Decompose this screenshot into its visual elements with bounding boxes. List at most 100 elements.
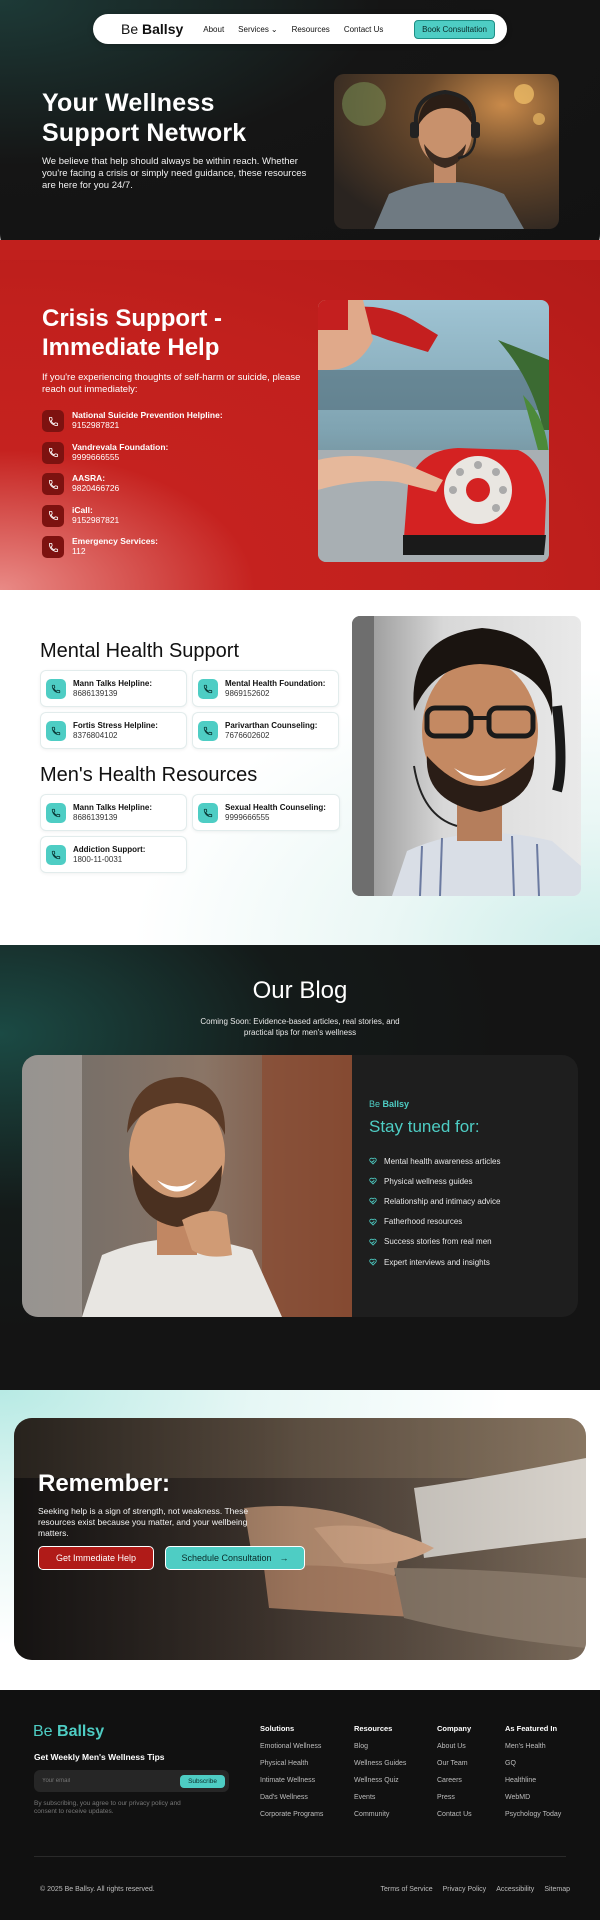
- accessibility-link[interactable]: Accessibility: [496, 1886, 534, 1893]
- footer-column-company: Company About Us Our Team Careers Press …: [437, 1724, 472, 1828]
- hero-title: Your Wellness Support Network: [42, 89, 247, 147]
- helpline-name: Fortis Stress Helpline:: [73, 720, 158, 730]
- helpline-number: 112: [72, 546, 86, 556]
- newsletter-form: Subscribe: [34, 1770, 229, 1792]
- helpline-name: Vandrevala Foundation:: [72, 441, 169, 452]
- phone-icon: [46, 720, 66, 741]
- heart-icon: [369, 1218, 377, 1226]
- hands-together-photo: [14, 1418, 586, 1660]
- footer-link[interactable]: Intimate Wellness: [260, 1777, 323, 1794]
- list-item: Expert interviews and insights: [369, 1252, 501, 1272]
- footer-logo[interactable]: Be Ballsy: [33, 1723, 104, 1741]
- helpline-name: Mann Talks Helpline:: [73, 802, 152, 812]
- helpline-name: National Suicide Prevention Helpline:: [72, 410, 223, 420]
- phone-icon: [46, 844, 66, 865]
- helpline-number: 9152987821: [72, 420, 120, 430]
- helpline-card[interactable]: Parivarthan Counseling: 7676602602: [192, 712, 339, 749]
- email-input[interactable]: [42, 1778, 181, 1784]
- mens-health-title: Men's Health Resources: [40, 764, 258, 786]
- helpline-name: Mental Health Foundation:: [225, 678, 326, 688]
- remember-banner: Remember: Seeking help is a sign of stre…: [14, 1418, 586, 1660]
- footer-column-resources: Resources Blog Wellness Guides Wellness …: [354, 1724, 406, 1828]
- footer-link[interactable]: About Us: [437, 1743, 472, 1760]
- list-item: Success stories from real men: [369, 1232, 501, 1252]
- helpline-number: 8686139139: [73, 688, 118, 698]
- footer-link[interactable]: Wellness Quiz: [354, 1777, 406, 1794]
- arrow-right-icon: →: [279, 1553, 289, 1563]
- get-immediate-help-button[interactable]: Get Immediate Help: [38, 1546, 154, 1570]
- subscribe-button[interactable]: Subscribe: [180, 1774, 225, 1788]
- phone-icon: [42, 410, 64, 432]
- footer-column-heading: Solutions: [260, 1724, 295, 1733]
- copyright: © 2025 Be Ballsy. All rights reserved.: [40, 1886, 155, 1893]
- nav-services[interactable]: Services ⌄: [238, 25, 277, 34]
- footer-link[interactable]: Blog: [354, 1743, 406, 1760]
- helpline-card[interactable]: Mental Health Foundation: 9869152602: [192, 670, 339, 707]
- terms-link[interactable]: Terms of Service: [380, 1886, 432, 1893]
- helpline-card[interactable]: Mann Talks Helpline: 8686139139: [40, 794, 187, 831]
- heart-icon: [369, 1157, 377, 1165]
- helpline-name: Parivarthan Counseling:: [225, 720, 318, 730]
- phone-icon: [46, 802, 66, 823]
- mental-health-section: Mental Health Support Mann Talks Helplin…: [0, 590, 600, 945]
- helpline-card[interactable]: Fortis Stress Helpline: 8376804102: [40, 712, 187, 749]
- hero-photo-support-agent: [334, 74, 559, 229]
- schedule-consultation-button[interactable]: Schedule Consultation →: [165, 1546, 305, 1570]
- helpline-item[interactable]: iCall: 9152987821: [42, 504, 302, 537]
- footer-column-solutions: Solutions Emotional Wellness Physical He…: [260, 1724, 323, 1828]
- helpline-number: 8376804102: [73, 730, 118, 740]
- heart-icon: [369, 1258, 377, 1266]
- footer-link[interactable]: Community: [354, 1811, 406, 1828]
- helpline-item[interactable]: Emergency Services: 112: [42, 536, 302, 568]
- phone-icon: [42, 441, 64, 464]
- footer-link[interactable]: Events: [354, 1794, 406, 1811]
- footer-link[interactable]: Physical Health: [260, 1760, 323, 1777]
- footer-link[interactable]: Emotional Wellness: [260, 1743, 323, 1760]
- helpline-card[interactable]: Mann Talks Helpline: 8686139139: [40, 670, 187, 707]
- crisis-title: Crisis Support - Immediate Help: [42, 305, 223, 361]
- footer-link[interactable]: Psychology Today: [505, 1811, 561, 1828]
- heart-icon: [369, 1178, 377, 1185]
- helpline-name: Addiction Support:: [73, 844, 146, 854]
- blog-subtitle: Coming Soon: Evidence-based articles, re…: [200, 1017, 400, 1037]
- footer-link[interactable]: Wellness Guides: [354, 1760, 406, 1777]
- heart-icon: [369, 1198, 377, 1206]
- footer-link[interactable]: GQ: [505, 1760, 561, 1777]
- footer-link[interactable]: Our Team: [437, 1760, 472, 1777]
- footer-link[interactable]: WebMD: [505, 1794, 561, 1811]
- phone-icon: [42, 473, 64, 495]
- list-item: Fatherhood resources: [369, 1212, 501, 1232]
- nav-about[interactable]: About: [203, 25, 224, 34]
- helpline-item[interactable]: National Suicide Prevention Helpline: 915…: [42, 410, 302, 442]
- sitemap-link[interactable]: Sitemap: [544, 1886, 570, 1893]
- nav-contact[interactable]: Contact Us: [344, 25, 384, 34]
- footer-link[interactable]: Men's Health: [505, 1743, 561, 1760]
- footer-link[interactable]: Contact Us: [437, 1811, 472, 1828]
- footer-link[interactable]: Careers: [437, 1777, 472, 1794]
- footer-link[interactable]: Press: [437, 1794, 472, 1811]
- blog-section: Our Blog Coming Soon: Evidence-based art…: [0, 945, 600, 1390]
- list-item: Relationship and intimacy advice: [369, 1191, 501, 1211]
- footer-link[interactable]: Dad's Wellness: [260, 1794, 323, 1811]
- newsletter-disclaimer: By subscribing, you agree to our privacy…: [34, 1800, 181, 1815]
- footer-link[interactable]: Corporate Programs: [260, 1811, 323, 1828]
- privacy-link[interactable]: Privacy Policy: [443, 1886, 487, 1893]
- blog-teaser-card: Be Ballsy Stay tuned for: Mental health …: [22, 1055, 578, 1317]
- brand-logo[interactable]: Be Ballsy: [121, 21, 183, 37]
- helpline-number: 9999666555: [72, 451, 120, 462]
- book-consultation-button[interactable]: Book Consultation: [414, 19, 495, 39]
- footer-link[interactable]: Healthline: [505, 1777, 561, 1794]
- mental-photo-smiling-agent: [352, 616, 581, 896]
- remember-text: Seeking help is a sign of strength, not …: [38, 1506, 249, 1538]
- helpline-number: 9999666555: [225, 812, 270, 822]
- helpline-name: AASRA:: [72, 473, 106, 483]
- helpline-card[interactable]: Sexual Health Counseling: 9999666555: [192, 794, 340, 831]
- helpline-item[interactable]: AASRA: 9820466726: [42, 473, 302, 505]
- footer-divider: [34, 1856, 566, 1857]
- nav-resources[interactable]: Resources: [292, 25, 330, 34]
- crisis-photo-red-telephone: [318, 300, 549, 562]
- helpline-number: 7676602602: [225, 730, 270, 740]
- heart-icon: [369, 1238, 377, 1246]
- helpline-item[interactable]: Vandrevala Foundation: 9999666555: [42, 441, 302, 474]
- helpline-card[interactable]: Addiction Support: 1800-11-0031: [40, 836, 187, 873]
